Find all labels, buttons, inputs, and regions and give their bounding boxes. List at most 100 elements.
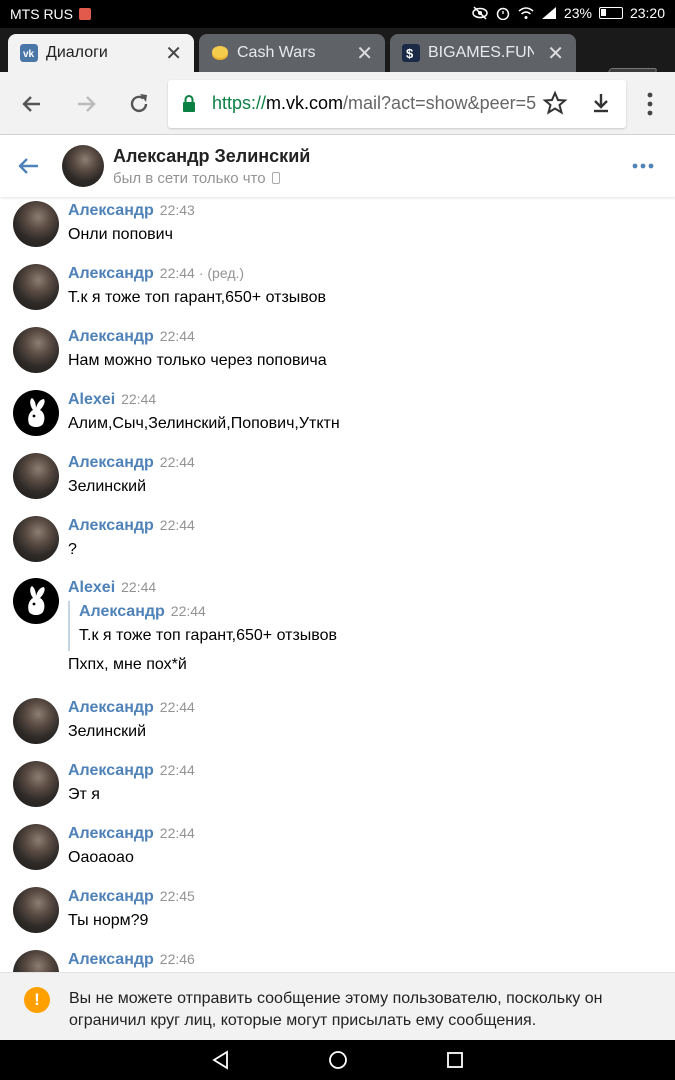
more-horiz-icon[interactable] <box>632 163 654 169</box>
avatar[interactable] <box>13 761 59 807</box>
tab-cash-wars[interactable]: Cash Wars ✕ <box>199 34 385 72</box>
bookmark-star-icon[interactable] <box>542 90 568 116</box>
message-author[interactable]: Александр 22:44 <box>68 328 195 346</box>
message-item: Александр 22:44 Зелинский <box>0 694 675 754</box>
message-item: Александр 22:44 ? <box>0 512 675 572</box>
nav-back-icon[interactable] <box>211 1050 231 1070</box>
close-icon[interactable]: ✕ <box>165 41 182 66</box>
message-author[interactable]: Александр 22:44 <box>68 454 195 472</box>
message-author[interactable]: Александр 22:44 <box>68 825 195 843</box>
message-text: Эт я <box>68 786 100 803</box>
avatar[interactable] <box>13 453 59 499</box>
reload-icon[interactable] <box>125 90 153 118</box>
nav-home-icon[interactable] <box>328 1050 348 1070</box>
message-author[interactable]: Александр 22:44 <box>68 762 195 780</box>
back-icon[interactable] <box>16 153 42 179</box>
message-item: Александр 22:44 Зелинский <box>0 449 675 509</box>
alarm-icon <box>496 7 510 20</box>
svg-text:vk: vk <box>23 49 35 60</box>
address-bar[interactable]: https://m.vk.com/mail?act=show&peer=5 <box>168 80 626 128</box>
message-author[interactable]: Александр 22:44 <box>68 699 195 717</box>
message-author[interactable]: Александр 22:44 · (ред.) <box>68 265 244 283</box>
message-time: 22:44 <box>159 825 195 841</box>
message-text: Зелинский <box>68 723 147 740</box>
browser-toolbar: https://m.vk.com/mail?act=show&peer=5 <box>0 72 675 135</box>
avatar[interactable] <box>13 698 59 744</box>
online-status: был в сети только что <box>113 170 280 187</box>
quote-author: Александр 22:44 <box>79 603 206 620</box>
wifi-icon <box>518 7 534 19</box>
write-restriction-notice: ! Вы не можете отправить сообщение этому… <box>0 972 675 1040</box>
download-icon[interactable] <box>588 90 614 116</box>
chat-title[interactable]: Александр Зелинский <box>113 146 310 167</box>
message-time: 22:43 <box>159 202 195 218</box>
message-time: 22:44 <box>159 699 195 715</box>
vk-icon: vk <box>20 44 38 62</box>
more-vert-icon[interactable] <box>643 90 657 118</box>
message-item: Александр 22:46 <box>0 946 675 972</box>
carrier-label: MTS RUS <box>10 6 91 22</box>
dollar-icon: $ <box>402 44 420 62</box>
message-text: Пхпх, мне пох*й <box>68 656 187 673</box>
eye-off-icon <box>472 6 488 20</box>
tab-title: Диалоги <box>46 44 108 61</box>
lock-icon <box>183 95 195 112</box>
close-icon[interactable]: ✕ <box>356 41 373 66</box>
message-item: Александр 22:44 · (ред.) Т.к я тоже топ га… <box>0 260 675 320</box>
avatar[interactable] <box>13 264 59 310</box>
avatar[interactable] <box>13 887 59 933</box>
svg-text:$: $ <box>406 46 414 61</box>
message-item: Александр 22:44 Эт я <box>0 757 675 817</box>
message-time: 22:45 <box>159 888 195 904</box>
message-text: Онли попович <box>68 226 173 243</box>
chat-header: Александр Зелинский был в сети только чт… <box>0 135 675 197</box>
coin-icon <box>212 46 228 60</box>
avatar[interactable] <box>13 390 59 436</box>
message-author[interactable]: Александр 22:46 <box>68 951 195 969</box>
avatar[interactable] <box>13 516 59 562</box>
message-text: Т.к я тоже топ гарант,650+ отзывов <box>68 289 326 306</box>
message-item: Alexei 22:44 Алим,Сыч,Зелинский,Попович,У… <box>0 386 675 446</box>
status-icons: 23% 23:20 <box>472 5 665 21</box>
edited-label: · (ред.) <box>198 265 245 281</box>
tab-dialogs[interactable]: vk Диалоги ✕ <box>8 34 194 72</box>
message-time: 22:44 <box>159 517 195 533</box>
battery-icon <box>598 7 623 19</box>
avatar[interactable] <box>13 578 59 624</box>
message-time: 22:46 <box>159 951 195 967</box>
back-arrow-icon[interactable] <box>18 90 46 118</box>
bunny-logo-icon <box>28 398 45 427</box>
avatar[interactable] <box>13 950 59 972</box>
nav-recents-icon[interactable] <box>445 1050 465 1070</box>
notification-icon <box>78 8 91 20</box>
message-author[interactable]: Alexei 22:44 <box>68 391 156 409</box>
quoted-message[interactable]: Александр 22:44 Т.к я тоже топ гарант,650… <box>68 601 337 651</box>
quote-time: 22:44 <box>170 603 206 619</box>
forward-arrow-icon[interactable] <box>72 90 100 118</box>
warning-icon: ! <box>24 987 50 1013</box>
message-item: Александр 22:45 Ты норм?9 <box>0 883 675 943</box>
message-author[interactable]: Александр 22:43 <box>68 202 195 220</box>
tab-bigames[interactable]: $ BIGAMES.FUN - $ ✕ <box>390 34 576 72</box>
notice-text: Вы не можете отправить сообщение этому п… <box>69 990 603 1029</box>
message-item: Александр 22:44 Оаоаоао <box>0 820 675 880</box>
message-text: Нам можно только через поповича <box>68 352 327 369</box>
close-icon[interactable]: ✕ <box>547 41 564 66</box>
message-text: ? <box>68 541 77 558</box>
message-item: Александр 22:44 Нам можно только через по… <box>0 323 675 383</box>
message-author[interactable]: Александр 22:44 <box>68 517 195 535</box>
message-time: 22:44 <box>159 762 195 778</box>
message-author[interactable]: Alexei 22:44 <box>68 579 156 597</box>
url-text: https://m.vk.com/mail?act=show&peer=5 <box>212 93 537 113</box>
avatar[interactable] <box>13 201 59 247</box>
message-time: 22:44 <box>159 454 195 470</box>
message-text: Ты норм?9 <box>68 912 149 929</box>
message-text: Оаоаоао <box>68 849 134 866</box>
battery-percent: 23% <box>563 5 592 21</box>
avatar[interactable] <box>62 145 104 187</box>
avatar[interactable] <box>13 824 59 870</box>
message-time: 22:44 <box>159 265 195 281</box>
message-list[interactable]: Александр 22:43 Онли попович Александр 22:… <box>0 197 675 972</box>
message-author[interactable]: Александр 22:45 <box>68 888 195 906</box>
avatar[interactable] <box>13 327 59 373</box>
